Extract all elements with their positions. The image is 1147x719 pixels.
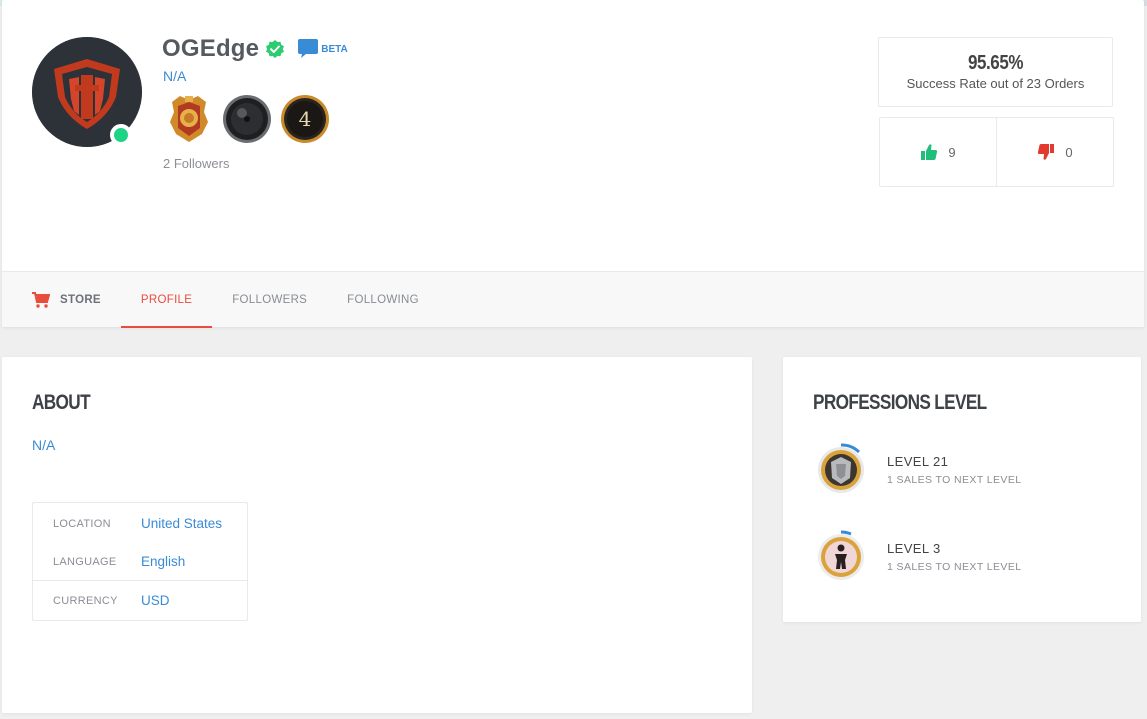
- about-title: ABOUT: [32, 391, 91, 414]
- profession-item[interactable]: LEVEL 21 1 SALES TO NEXT LEVEL: [813, 442, 1021, 498]
- profession-progress: 1 SALES TO NEXT LEVEL: [887, 474, 1022, 486]
- tab-store-label: STORE: [60, 293, 101, 306]
- profession-progress: 1 SALES TO NEXT LEVEL: [887, 561, 1022, 573]
- professions-card: PROFESSIONS LEVEL LEVEL 21 1 SALES TO NE…: [783, 357, 1141, 622]
- info-table: LOCATION United States LANGUAGE English …: [32, 502, 248, 621]
- black-orb-badge-icon[interactable]: [222, 94, 272, 144]
- figure-icon: [813, 529, 869, 585]
- profile-nav: STORE PROFILE FOLLOWERS FOLLOWING: [2, 271, 1144, 328]
- thumbs-down-count[interactable]: 0: [996, 118, 1113, 186]
- beta-chat-button[interactable]: BETA: [297, 39, 348, 59]
- info-row-language: LANGUAGE English: [53, 554, 186, 569]
- cart-icon: [32, 291, 50, 308]
- success-rate-label: Success Rate out of 23 Orders: [906, 76, 1085, 91]
- info-row-currency: CURRENCY USD: [53, 593, 170, 608]
- armor-icon: [813, 442, 869, 498]
- thumbs-down-icon: [1038, 144, 1055, 160]
- tab-followers[interactable]: FOLLOWERS: [212, 272, 327, 327]
- divider: [33, 580, 247, 581]
- tab-profile[interactable]: PROFILE: [120, 272, 213, 328]
- beta-label: BETA: [321, 43, 348, 55]
- feedback-box: 9 0: [879, 117, 1114, 187]
- profession-level: LEVEL 21: [887, 454, 949, 469]
- about-card: ABOUT N/A LOCATION United States LANGUAG…: [2, 357, 752, 713]
- followers-count[interactable]: 2 Followers: [163, 156, 229, 171]
- professions-title: PROFESSIONS LEVEL: [813, 391, 987, 414]
- chat-bubble-icon: [298, 39, 319, 58]
- success-rate-value: 95.65%: [967, 52, 1024, 74]
- info-row-location: LOCATION United States: [53, 516, 223, 531]
- thumbs-up-icon: [921, 144, 938, 160]
- profile-header: OGEdge BETA N/A 4 2 Followers 95.65% Suc…: [2, 0, 1144, 328]
- about-text: N/A: [32, 437, 56, 453]
- profession-item[interactable]: LEVEL 3 1 SALES TO NEXT LEVEL: [813, 529, 1021, 585]
- level-badge-icon[interactable]: 4: [280, 94, 330, 144]
- profession-level: LEVEL 3: [887, 541, 941, 556]
- badge-list: 4: [164, 94, 330, 144]
- tab-following[interactable]: FOLLOWING: [327, 272, 439, 327]
- profile-subtitle: N/A: [163, 68, 187, 84]
- username: OGEdge: [162, 35, 260, 62]
- success-rate-box: 95.65% Success Rate out of 23 Orders: [878, 37, 1113, 107]
- thumbs-up-count[interactable]: 9: [880, 118, 996, 186]
- online-status-indicator: [110, 124, 132, 146]
- verified-check-icon: [265, 39, 285, 59]
- lion-crest-badge-icon[interactable]: [164, 94, 214, 144]
- level-badge-number: 4: [298, 107, 312, 131]
- tab-store[interactable]: STORE: [2, 272, 121, 327]
